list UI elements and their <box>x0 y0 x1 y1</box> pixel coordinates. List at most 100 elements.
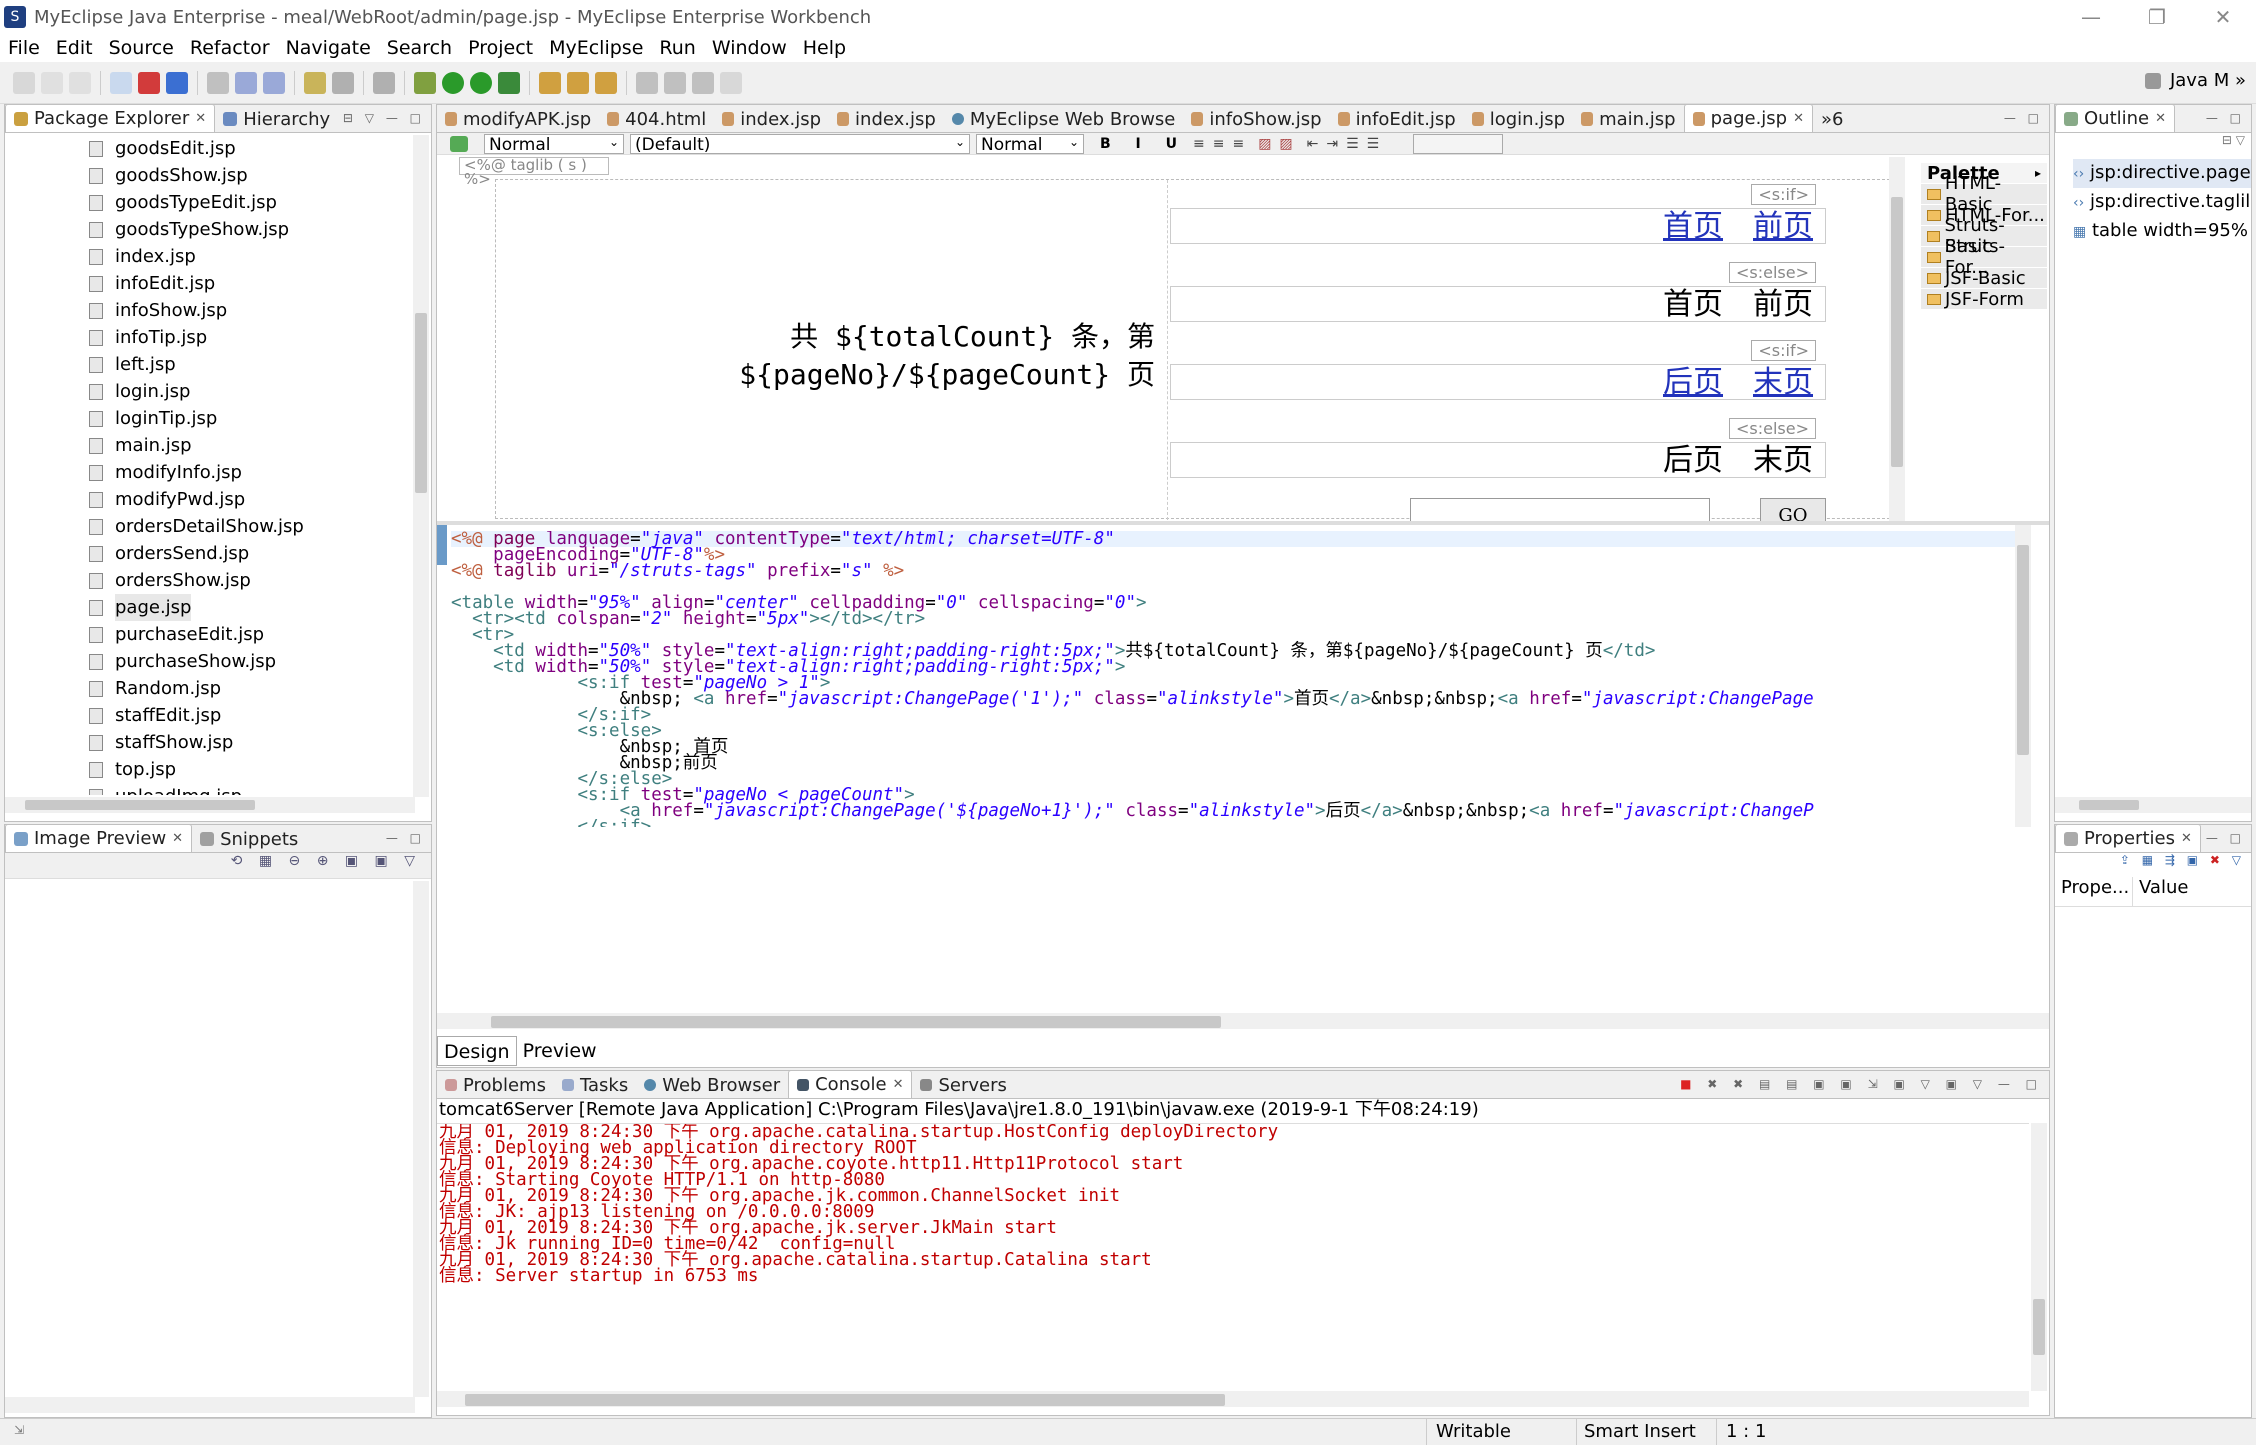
package-icon[interactable] <box>304 71 326 94</box>
view-controls-icon[interactable]: — □ <box>2206 111 2245 125</box>
menu-run[interactable]: Run <box>651 37 703 59</box>
tree-horizontal-scrollbar[interactable] <box>5 797 415 813</box>
tree-item[interactable]: ordersSend.jsp <box>5 540 411 567</box>
close-tab-icon[interactable]: ✕ <box>893 1077 904 1092</box>
next-annotation-icon[interactable] <box>636 71 658 94</box>
tree-item[interactable]: left.jsp <box>5 351 411 378</box>
menu-window[interactable]: Window <box>704 37 795 59</box>
tab-properties[interactable]: Properties ✕ <box>2055 824 2201 852</box>
sif-tag-1[interactable]: <s:if> <box>1751 184 1816 205</box>
color-icons[interactable]: ▨▨ <box>1258 136 1300 152</box>
close-tab-icon[interactable]: ✕ <box>1793 111 1804 126</box>
menu-refactor[interactable]: Refactor <box>182 37 278 59</box>
view-controls-icon[interactable]: ⊟ ▽ — □ <box>343 111 425 125</box>
tab-package-explorer[interactable]: Package Explorer ✕ <box>5 104 216 132</box>
print-icon[interactable] <box>69 71 91 94</box>
outline-item[interactable]: ‹› jsp:directive.page <box>2073 159 2251 188</box>
preview-horizontal-scrollbar[interactable] <box>5 1397 415 1413</box>
tree-item[interactable]: infoTip.jsp <box>5 324 411 351</box>
tree-item[interactable]: staffEdit.jsp <box>5 702 411 729</box>
debug-icon[interactable] <box>414 71 436 94</box>
view-controls-icon[interactable]: — □ <box>2206 831 2245 845</box>
preview-vertical-scrollbar[interactable] <box>413 881 429 1397</box>
info-cell[interactable]: 共 ${totalCount} 条，第 ${pageNo}/${pageCoun… <box>496 180 1168 520</box>
refresh-icon[interactable] <box>450 135 468 152</box>
close-tab-icon[interactable]: ✕ <box>172 831 183 846</box>
source-vertical-scrollbar[interactable] <box>2015 525 2031 827</box>
source-code[interactable]: <%@ page language="java" contentType="te… <box>451 531 2017 827</box>
minimize-icon[interactable]: — <box>2058 0 2124 34</box>
next-page-link[interactable]: 后页 <box>1663 365 1723 400</box>
extra-select[interactable] <box>1413 133 1504 154</box>
prop-col-property[interactable]: Prope... <box>2055 877 2133 906</box>
open-type-icon[interactable] <box>207 71 229 94</box>
page-number-input[interactable] <box>1410 498 1710 521</box>
tree-item[interactable]: purchaseShow.jsp <box>5 648 411 675</box>
tree-item[interactable]: uploadImg.jsp <box>5 783 411 795</box>
alignment-icons[interactable]: ≡≡≡ <box>1193 136 1252 152</box>
tree-item[interactable]: goodsTypeEdit.jsp <box>5 189 411 216</box>
tab-overflow[interactable]: »6 <box>1813 106 1851 132</box>
tab-snippets[interactable]: Snippets <box>192 826 306 852</box>
console-vertical-scrollbar[interactable] <box>2031 1123 2047 1391</box>
console-toolbar[interactable]: ■ ✖ ✖ ▤ ▤ ▣ ▣ ⇲ ▣ ▽ ▣ ▽ — □ <box>1680 1077 2043 1091</box>
tab-outline[interactable]: Outline ✕ <box>2055 104 2176 132</box>
bold-italic-underline-icons[interactable]: B I U <box>1100 136 1187 152</box>
menu-edit[interactable]: Edit <box>48 37 101 59</box>
view-controls-icon[interactable]: — □ <box>2004 111 2043 125</box>
palette-html-basic[interactable]: HTML-Basic <box>1921 173 2047 215</box>
prev-page-link[interactable]: 前页 <box>1753 209 1813 244</box>
console-output[interactable]: 九月 01, 2019 8:24:30 下午 org.apache.catali… <box>437 1123 2029 1391</box>
tree-item[interactable]: goodsShow.jsp <box>5 162 411 189</box>
menu-search[interactable]: Search <box>379 37 460 59</box>
image-preview-toolbar[interactable]: ⟲ ▦ ⊖ ⊕ ▣ ▣ ▽ <box>5 853 431 879</box>
font-size-select[interactable]: Normal ⌄ <box>976 133 1084 155</box>
tab-index-jsp[interactable]: index.jsp <box>714 106 829 132</box>
close-tab-icon[interactable]: ✕ <box>2155 111 2166 126</box>
design-table[interactable]: 共 ${totalCount} 条，第 ${pageNo}/${pageCoun… <box>495 179 1895 521</box>
list-icons[interactable]: ⇤⇥☰☰ <box>1307 136 1388 152</box>
new-icon[interactable] <box>13 71 35 94</box>
open-task-icon[interactable] <box>567 71 589 94</box>
search-icon[interactable] <box>595 71 617 94</box>
properties-toolbar[interactable]: ⇪ ▦ ⇶ ▣ ✖ ▽ <box>2055 853 2251 877</box>
tree-item[interactable]: page.jsp <box>5 594 411 621</box>
font-family-select[interactable]: (Default) ⌄ <box>630 133 970 155</box>
tree-item[interactable]: goodsEdit.jsp <box>5 135 411 162</box>
close-icon[interactable]: ✕ <box>2190 0 2256 34</box>
perspective-extra[interactable]: M <box>2214 70 2230 91</box>
tab-main-jsp[interactable]: main.jsp <box>1573 106 1684 132</box>
outline-toolbar[interactable]: ⊟ ▽ <box>2055 133 2251 159</box>
tab-design[interactable]: Design <box>437 1036 517 1066</box>
tree-item[interactable]: index.jsp <box>5 243 411 270</box>
selse-tag-1[interactable]: <s:else> <box>1728 262 1816 283</box>
perspective-switcher[interactable]: Java M » <box>2142 70 2246 91</box>
palette-jsf-form[interactable]: JSF-Form <box>1921 289 2047 310</box>
prop-col-value[interactable]: Value <box>2133 877 2188 906</box>
tab-modifyapk-jsp[interactable]: modifyAPK.jsp <box>437 106 599 132</box>
deploy-icon[interactable] <box>138 71 160 94</box>
last-page-link[interactable]: 末页 <box>1753 365 1813 400</box>
tree-item[interactable]: ordersShow.jsp <box>5 567 411 594</box>
menu-file[interactable]: File <box>0 37 48 59</box>
source-horizontal-scrollbar[interactable] <box>437 1013 2049 1029</box>
new-project-icon[interactable] <box>110 71 132 94</box>
palette-struts-form[interactable]: Struts-For... <box>1921 236 2047 278</box>
build-icon[interactable] <box>373 71 395 94</box>
tab-hierarchy[interactable]: Hierarchy <box>215 106 338 132</box>
tab-servers[interactable]: Servers <box>912 1072 1014 1098</box>
tree-item[interactable]: loginTip.jsp <box>5 405 411 432</box>
close-tab-icon[interactable]: ✕ <box>195 111 206 126</box>
view-controls-icon[interactable]: — □ <box>386 831 425 845</box>
close-tab-icon[interactable]: ✕ <box>2181 831 2192 846</box>
tab-login-jsp[interactable]: login.jsp <box>1464 106 1573 132</box>
tree-item[interactable]: modifyInfo.jsp <box>5 459 411 486</box>
menu-myeclipse[interactable]: MyEclipse <box>541 37 651 59</box>
save-icon[interactable] <box>41 71 63 94</box>
tree-item[interactable]: Random.jsp <box>5 675 411 702</box>
nav-cell[interactable]: <s:if> 首页 前页 <s:else> 首页 前页 <s:if> 后页 末页 <s… <box>1170 180 1830 521</box>
prev-annotation-icon[interactable] <box>664 71 686 94</box>
design-vertical-scrollbar[interactable] <box>1889 157 1905 521</box>
tree-vertical-scrollbar[interactable] <box>413 135 429 797</box>
perspective-java[interactable]: Java <box>2170 70 2208 91</box>
